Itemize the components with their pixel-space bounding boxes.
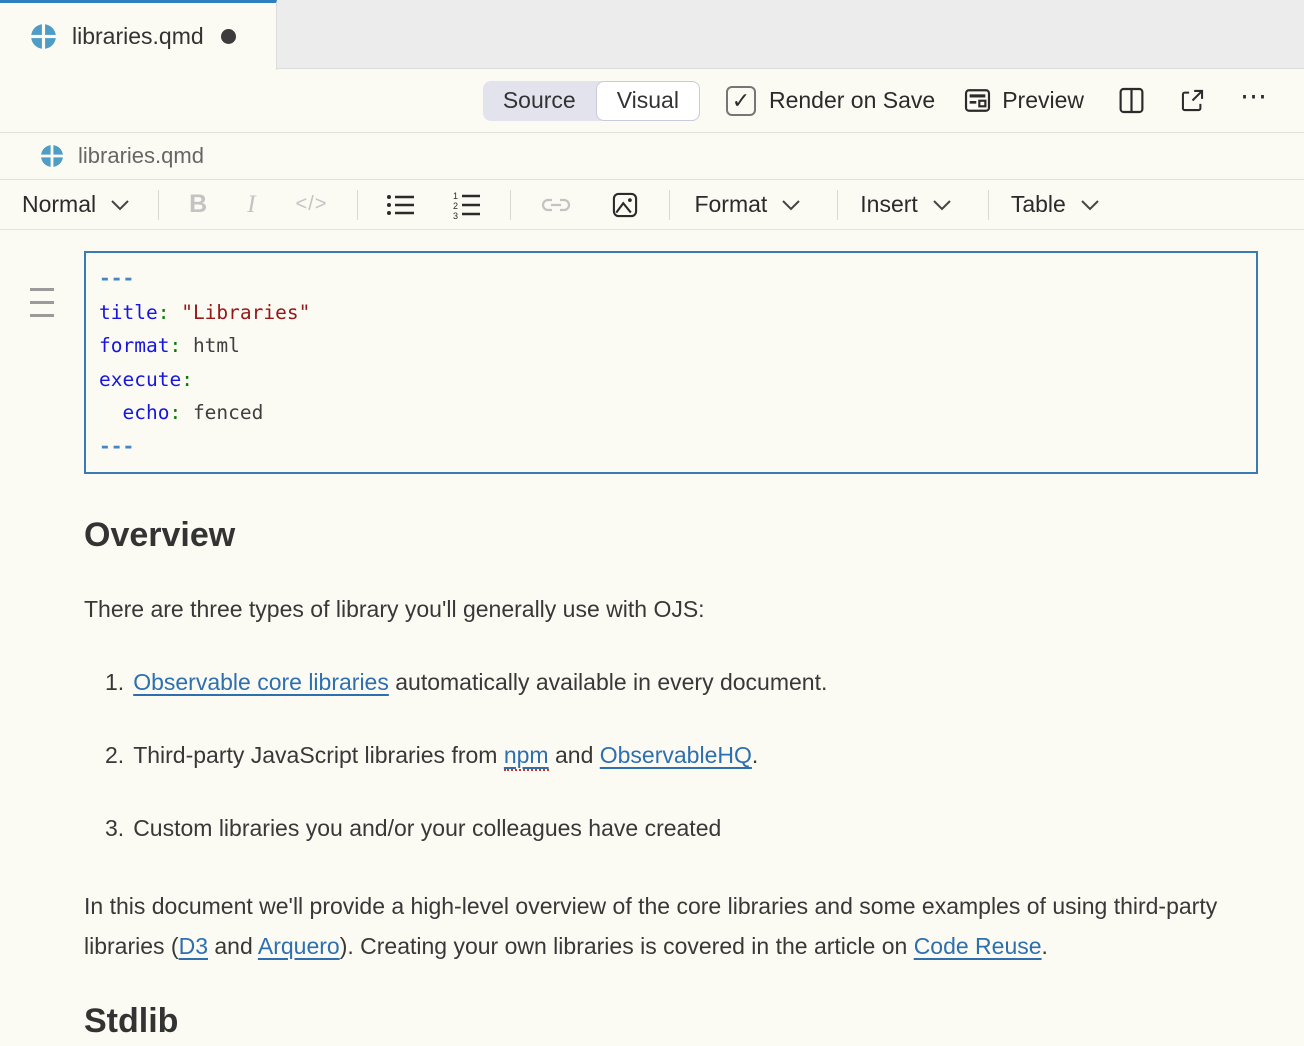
chevron-down-icon: [781, 199, 801, 211]
source-mode-button[interactable]: Source: [483, 81, 596, 121]
ellipsis-icon: ⋯: [1240, 83, 1270, 118]
preview-label: Preview: [1002, 87, 1084, 114]
visual-editor-canvas[interactable]: ---title: "Libraries"format: htmlexecute…: [0, 251, 1304, 1041]
list-number: 3.: [105, 815, 124, 841]
unsaved-changes-dot: [221, 29, 236, 44]
quarto-file-icon: [30, 23, 57, 50]
format-menu-label: Format: [694, 191, 767, 218]
text-segment: and: [549, 742, 600, 768]
chevron-down-icon: [110, 199, 130, 211]
doc-link[interactable]: ObservableHQ: [600, 742, 752, 768]
format-toolbar: Normal B I </> 1 2 3: [0, 180, 1304, 230]
intro-paragraph: There are three types of library you'll …: [84, 589, 1258, 629]
more-options-button[interactable]: ⋯: [1240, 83, 1270, 118]
image-icon: [611, 191, 639, 219]
list-number: 1.: [105, 669, 124, 695]
paragraph-style-value: Normal: [22, 191, 96, 218]
bulleted-list-icon: [386, 192, 416, 218]
insert-menu-label: Insert: [860, 191, 918, 218]
doc-link[interactable]: Code Reuse: [914, 933, 1042, 959]
text-segment: .: [752, 742, 758, 768]
svg-text:1: 1: [453, 191, 458, 201]
render-on-save-control: ✓ Render on Save: [726, 86, 935, 116]
yaml-code-line: execute:: [99, 363, 1243, 397]
italic-button[interactable]: I: [247, 191, 255, 219]
svg-text:3: 3: [453, 211, 458, 219]
link-button[interactable]: [541, 196, 571, 214]
numbered-list-icon: 1 2 3: [452, 191, 482, 219]
editor-toolbar: Source Visual ✓ Render on Save Preview ⋯: [0, 69, 1304, 132]
block-drag-handle-icon[interactable]: [30, 288, 54, 327]
open-external-button[interactable]: [1179, 87, 1206, 114]
image-button[interactable]: [611, 191, 639, 219]
list-item: 2.Third-party JavaScript libraries from …: [105, 740, 1258, 770]
numbered-list-button[interactable]: 1 2 3: [452, 191, 482, 219]
insert-menu[interactable]: Insert: [860, 191, 952, 218]
open-external-icon: [1179, 87, 1206, 114]
breadcrumb-file-name[interactable]: libraries.qmd: [78, 143, 204, 169]
preview-icon: [963, 86, 992, 115]
split-editor-icon: [1118, 86, 1145, 115]
text-segment: automatically available in every documen…: [389, 669, 828, 695]
table-menu-label: Table: [1011, 191, 1066, 218]
text-segment: Third-party JavaScript libraries from: [133, 742, 504, 768]
text-segment: and: [208, 933, 258, 959]
body-paragraph: In this document we'll provide a high-le…: [84, 886, 1258, 966]
visual-mode-button[interactable]: Visual: [596, 81, 700, 121]
list-item: 3. Custom libraries you and/or your colle…: [105, 813, 1258, 843]
link-icon: [541, 196, 571, 214]
inline-code-button[interactable]: </>: [296, 193, 328, 216]
split-editor-button[interactable]: [1118, 86, 1145, 115]
yaml-code-line: format: html: [99, 329, 1243, 363]
yaml-front-matter-block[interactable]: ---title: "Libraries"format: htmlexecute…: [84, 251, 1258, 474]
list-item: 1. Observable core libraries automaticall…: [105, 667, 1258, 697]
breadcrumb: libraries.qmd: [0, 132, 1304, 180]
yaml-code-line: echo: fenced: [99, 396, 1243, 430]
bulleted-list-button[interactable]: [386, 192, 416, 218]
text-segment: .: [1042, 933, 1048, 959]
yaml-code-line: ---: [99, 262, 1243, 296]
svg-text:2: 2: [453, 201, 458, 211]
editor-mode-toggle: Source Visual: [483, 81, 700, 121]
preview-button[interactable]: Preview: [963, 86, 1084, 115]
doc-link[interactable]: Observable core libraries: [133, 669, 389, 695]
tab-bar: libraries.qmd: [0, 0, 1304, 69]
section-heading-stdlib: Stdlib: [84, 1002, 1258, 1041]
numbered-list: 1. Observable core libraries automaticall…: [84, 667, 1258, 843]
doc-link[interactable]: npm: [504, 742, 549, 771]
text-segment: Custom libraries you and/or your colleag…: [133, 815, 721, 841]
text-segment: ). Creating your own libraries is covere…: [340, 933, 914, 959]
list-number: 2.: [105, 742, 124, 768]
tab-title: libraries.qmd: [72, 23, 204, 50]
render-on-save-label: Render on Save: [769, 87, 935, 114]
format-menu[interactable]: Format: [694, 191, 801, 218]
doc-link[interactable]: Arquero: [258, 933, 340, 959]
table-menu[interactable]: Table: [1011, 191, 1100, 218]
yaml-code-line: ---: [99, 430, 1243, 464]
chevron-down-icon: [932, 199, 952, 211]
doc-link[interactable]: D3: [179, 933, 208, 959]
yaml-code-line: title: "Libraries": [99, 296, 1243, 330]
section-heading-overview: Overview: [84, 516, 1258, 555]
render-on-save-checkbox[interactable]: ✓: [726, 86, 756, 116]
bold-button[interactable]: B: [189, 190, 207, 219]
tab-libraries-qmd[interactable]: libraries.qmd: [0, 0, 277, 70]
paragraph-style-dropdown[interactable]: Normal: [22, 191, 130, 218]
chevron-down-icon: [1080, 199, 1100, 211]
quarto-file-icon: [40, 144, 64, 168]
